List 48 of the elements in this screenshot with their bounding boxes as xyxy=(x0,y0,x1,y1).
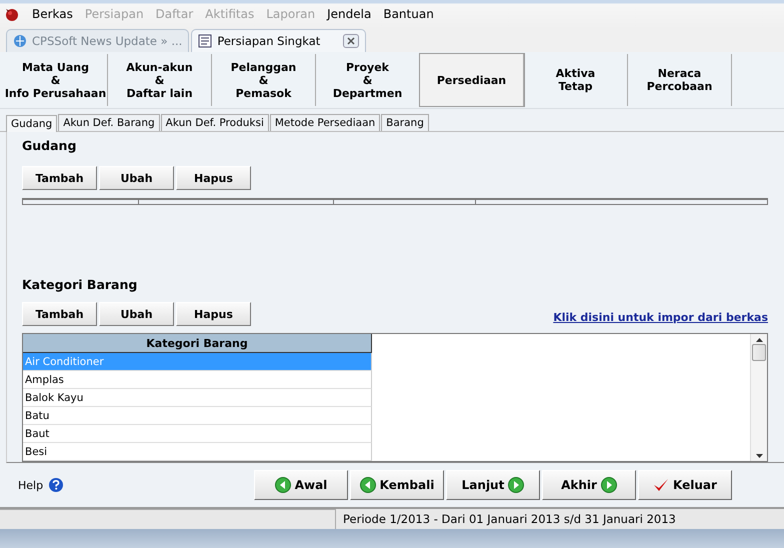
close-button[interactable] xyxy=(343,34,360,48)
action-button[interactable]: Hapus xyxy=(176,166,251,190)
document-tab[interactable]: Persiapan Singkat xyxy=(191,29,366,52)
module-button[interactable]: Aktiva Tetap xyxy=(524,54,628,106)
tab[interactable]: Akun Def. Barang xyxy=(58,114,160,131)
module-button[interactable]: Mata Uang & Info Perusahaan xyxy=(4,54,108,106)
menu-item[interactable]: Berkas xyxy=(32,7,73,21)
menu-item[interactable]: Bantuan xyxy=(383,7,434,21)
table-cell[interactable]: Amplas xyxy=(23,371,372,389)
document-icon xyxy=(198,34,212,48)
module-button[interactable]: Persediaan xyxy=(420,54,524,106)
nav-button[interactable]: Awal xyxy=(254,470,348,500)
tab[interactable]: Akun Def. Produksi xyxy=(160,114,269,131)
menu-item[interactable]: Jendela xyxy=(327,7,372,21)
import-link[interactable]: Klik disini untuk impor dari berkas xyxy=(553,311,768,324)
section-title: Kategori Barang xyxy=(22,277,138,292)
scroll-down-icon[interactable] xyxy=(756,454,762,458)
table-cell[interactable]: Balok Kayu xyxy=(23,389,372,407)
module-button[interactable]: Neraca Percobaan xyxy=(628,54,732,106)
module-button[interactable]: Akun-akun & Daftar lain xyxy=(108,54,212,106)
action-button[interactable]: Ubah xyxy=(99,302,174,326)
scroll-up-icon[interactable] xyxy=(756,338,762,342)
close-icon xyxy=(347,37,356,45)
module-button[interactable]: Pelanggan & Pemasok xyxy=(212,54,316,106)
action-button[interactable]: Tambah xyxy=(22,166,97,190)
tab-label: Persiapan Singkat xyxy=(217,34,320,48)
tab[interactable]: Barang xyxy=(381,114,429,131)
action-button[interactable]: Tambah xyxy=(22,302,97,326)
scrollbar[interactable] xyxy=(750,334,767,461)
nav-button[interactable]: Kembali xyxy=(350,470,444,500)
tab[interactable]: Gudang xyxy=(6,115,58,132)
help-label: Help xyxy=(18,478,44,492)
action-button[interactable]: Ubah xyxy=(99,166,174,190)
table-cell[interactable]: Batu xyxy=(23,407,372,425)
table-cell[interactable]: Baut xyxy=(23,425,372,443)
help-icon[interactable] xyxy=(49,478,64,492)
section-title: Gudang xyxy=(22,138,78,153)
status-text: Periode 1/2013 - Dari 01 Januari 2013 s/d 31 Januari 2013 xyxy=(342,511,676,528)
nav-button[interactable]: Akhir xyxy=(542,470,636,500)
table-cell[interactable]: Besi xyxy=(23,443,372,461)
nav-button[interactable]: Keluar xyxy=(638,470,732,500)
app-logo-icon xyxy=(4,6,20,22)
action-button[interactable]: Hapus xyxy=(176,302,251,326)
tab-label: CPSSoft News Update » ... xyxy=(32,34,182,48)
scroll-thumb[interactable] xyxy=(752,344,766,361)
tab[interactable]: Metode Persediaan xyxy=(270,114,380,131)
nav-button[interactable]: Lanjut xyxy=(446,470,540,500)
column-header: Kategori Barang xyxy=(23,334,372,353)
